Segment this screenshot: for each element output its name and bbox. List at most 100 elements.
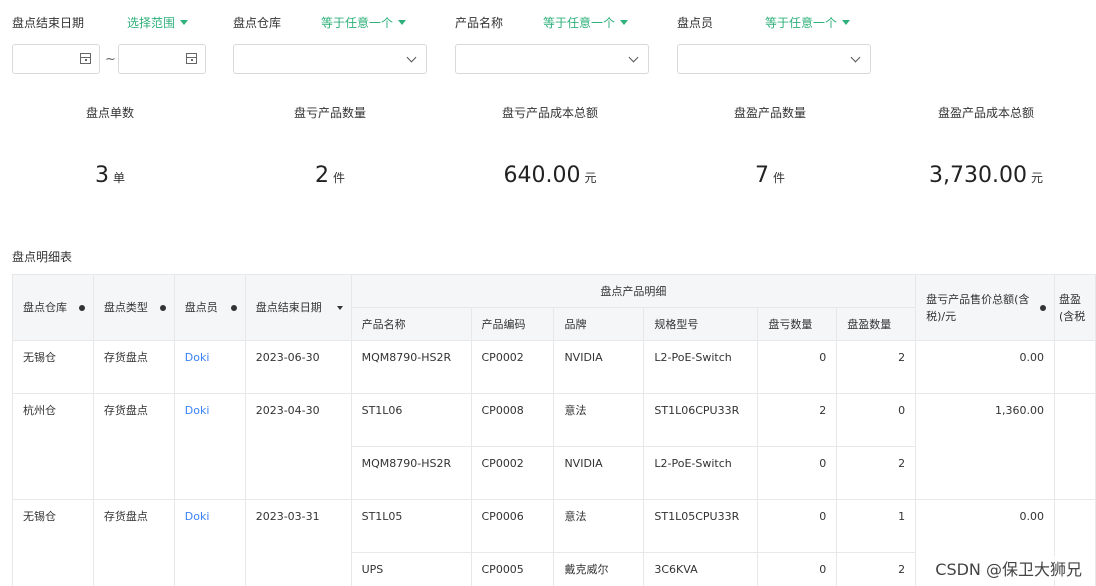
- cell-loss-qty: 2: [757, 393, 838, 447]
- stat-value: 3,730.00: [929, 163, 1027, 188]
- stat-value-row: 3单: [0, 163, 220, 188]
- column-header-checker[interactable]: 盘点员: [173, 274, 246, 341]
- cell-brand: NVIDIA: [553, 446, 645, 500]
- header-text: 盘点类型: [103, 301, 148, 314]
- start-date-input[interactable]: [12, 44, 100, 74]
- cell-loss-qty: 0: [757, 552, 838, 586]
- stat-value-row: 7件: [660, 163, 880, 188]
- cell-spec: ST1L05CPU33R: [643, 499, 759, 553]
- cell-warehouse: 杭州仓: [12, 393, 94, 500]
- product-name-select[interactable]: [455, 44, 649, 74]
- cell-product-name: MQM8790-HS2R: [350, 340, 472, 394]
- cell-warehouse: 无锡仓: [12, 499, 94, 586]
- sort-icon[interactable]: [159, 304, 166, 311]
- operator-text: 等于任意一个: [321, 16, 394, 30]
- stat-value: 640.00: [503, 163, 581, 188]
- cell-type: 存货盘点: [92, 499, 175, 586]
- sort-icon[interactable]: [230, 304, 237, 311]
- column-header-loss-qty: 盘亏数量: [757, 307, 838, 341]
- operator-text: 选择范围: [127, 16, 176, 30]
- cell-type: 存货盘点: [92, 393, 175, 500]
- column-group-product-detail: 盘点产品明细: [350, 274, 917, 308]
- caret-down-icon: [842, 20, 851, 25]
- filter-checker-operator[interactable]: 等于任意一个: [765, 14, 851, 31]
- cell-checker-link[interactable]: Doki: [173, 499, 246, 586]
- chevron-down-icon: [850, 52, 861, 63]
- cell-brand: 意法: [553, 499, 645, 553]
- summary-stats: 盘点单数 3单 盘亏产品数量 2件 盘亏产品成本总额 640.00 元 盘盈产品数…: [0, 100, 1096, 200]
- cell-gain-total: [1053, 393, 1096, 500]
- watermark-text: CSDN @保卫大狮兄: [935, 556, 1082, 580]
- date-range-separator: ~: [105, 52, 116, 67]
- header-text: 盘盈(含税: [1058, 292, 1086, 323]
- cell-loss-total: 0.00: [915, 340, 1055, 394]
- cell-type: 存货盘点: [92, 340, 175, 394]
- column-header-gain-total[interactable]: 盘盈(含税: [1053, 274, 1096, 341]
- cell-gain-total: [1053, 340, 1096, 394]
- column-header-product-name: 产品名称: [350, 307, 472, 341]
- stat-card: 盘亏产品成本总额 640.00 元: [440, 100, 660, 188]
- stat-title: 盘盈产品成本总额: [937, 106, 1034, 120]
- cell-gain-qty: 2: [836, 446, 917, 500]
- warehouse-select[interactable]: [233, 44, 427, 74]
- stat-value: 7: [754, 163, 769, 188]
- sort-icon[interactable]: [78, 304, 85, 311]
- cell-date: 2023-04-30: [244, 393, 352, 500]
- cell-gain-qty: 1: [836, 499, 917, 553]
- filter-end-date-operator[interactable]: 选择范围: [127, 14, 189, 31]
- detail-table-title: 盘点明细表: [12, 250, 73, 264]
- column-header-product-code: 产品编码: [470, 307, 555, 341]
- cell-date: 2023-03-31: [244, 499, 352, 586]
- stat-unit: 单: [112, 171, 125, 185]
- stat-value-row: 2件: [220, 163, 440, 188]
- caret-down-icon: [398, 20, 407, 25]
- filter-warehouse-operator[interactable]: 等于任意一个: [321, 14, 407, 31]
- stat-card: 盘亏产品数量 2件: [220, 100, 440, 188]
- operator-text: 等于任意一个: [765, 16, 838, 30]
- cell-loss-qty: 0: [757, 340, 838, 394]
- cell-product-code: CP0008: [470, 393, 555, 447]
- cell-warehouse: 无锡仓: [12, 340, 94, 394]
- stat-unit: 件: [772, 171, 785, 185]
- cell-product-name: ST1L06: [350, 393, 472, 447]
- stat-title: 盘盈产品数量: [733, 106, 806, 120]
- cell-product-name: ST1L05: [350, 499, 472, 553]
- caret-down-icon: [180, 20, 189, 25]
- cell-loss-total: 1,360.00: [915, 393, 1055, 500]
- cell-brand: 意法: [553, 393, 645, 447]
- header-text: 盘点结束日期: [255, 301, 322, 314]
- stat-value-row: 640.00 元: [440, 163, 660, 188]
- cell-loss-qty: 0: [757, 446, 838, 500]
- cell-product-code: CP0002: [470, 446, 555, 500]
- sort-desc-icon[interactable]: [336, 305, 343, 310]
- stat-title: 盘亏产品数量: [293, 106, 366, 120]
- cell-brand: NVIDIA: [553, 340, 645, 394]
- stat-card: 盘盈产品成本总额 3,730.00 元: [876, 100, 1096, 188]
- cell-product-name: UPS: [350, 552, 472, 586]
- stat-title: 盘点单数: [85, 106, 134, 120]
- cell-product-code: CP0006: [470, 499, 555, 553]
- calendar-icon: [186, 53, 197, 64]
- filter-end-date-label: 盘点结束日期: [12, 16, 85, 30]
- cell-product-code: CP0005: [470, 552, 555, 586]
- filter-product-name-operator[interactable]: 等于任意一个: [543, 14, 629, 31]
- column-header-type[interactable]: 盘点类型: [92, 274, 175, 341]
- column-header-end-date[interactable]: 盘点结束日期: [244, 274, 352, 341]
- column-header-warehouse[interactable]: 盘点仓库: [12, 274, 94, 341]
- cell-spec: ST1L06CPU33R: [643, 393, 759, 447]
- sort-icon[interactable]: [1039, 304, 1046, 311]
- header-text: 盘点员: [184, 301, 218, 314]
- calendar-icon: [80, 53, 91, 64]
- column-header-spec: 规格型号: [643, 307, 759, 341]
- checker-select[interactable]: [677, 44, 871, 74]
- column-header-brand: 品牌: [553, 307, 645, 341]
- column-header-loss-total[interactable]: 盘亏产品售价总额(含税)/元: [915, 274, 1055, 341]
- cell-checker-link[interactable]: Doki: [173, 340, 246, 394]
- detail-table-container: 盘点仓库 盘点类型 盘点员 盘点结束日期 盘点产品明细 盘亏产品售价总额(含税)…: [12, 274, 1096, 586]
- chevron-down-icon: [406, 52, 417, 63]
- cell-checker-link[interactable]: Doki: [173, 393, 246, 500]
- cell-spec: 3C6KVA: [643, 552, 759, 586]
- table-row: 杭州仓 存货盘点 Doki 2023-04-30 ST1L06 CP0008 意…: [12, 393, 1096, 500]
- end-date-input[interactable]: [118, 44, 206, 74]
- filter-checker-label: 盘点员: [677, 16, 714, 30]
